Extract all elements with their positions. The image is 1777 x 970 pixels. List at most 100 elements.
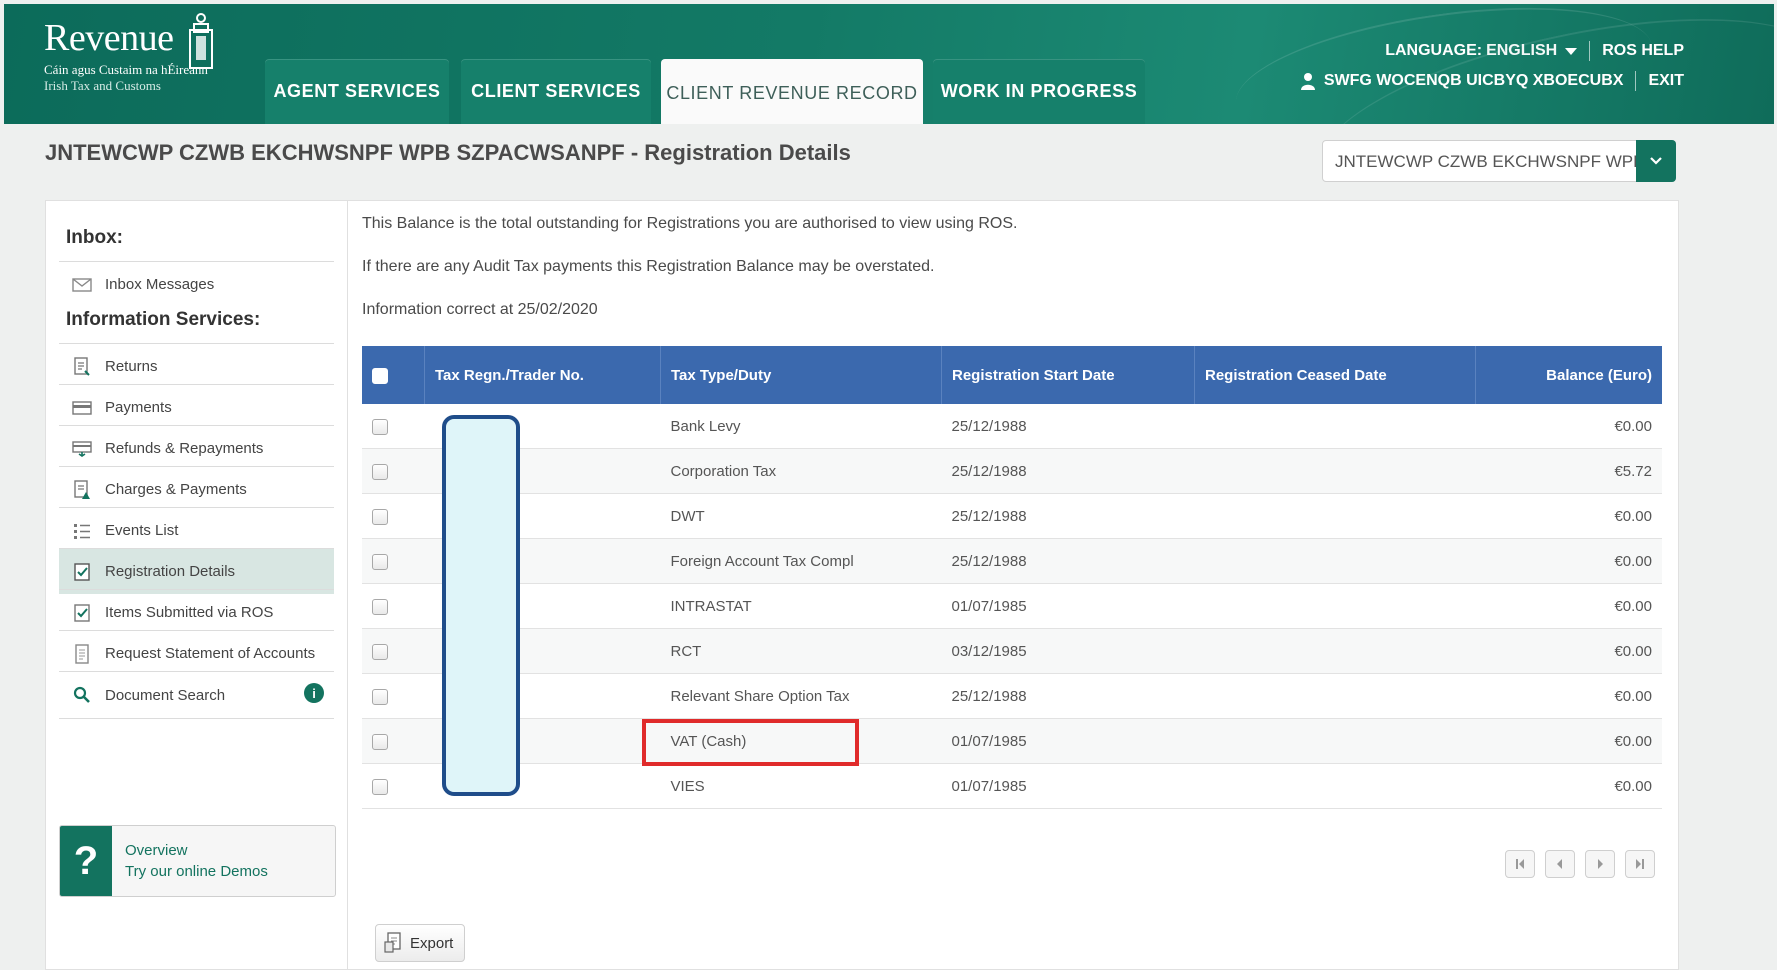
- balance-cell: €0.00: [1475, 763, 1662, 809]
- chevron-down-icon: [1650, 157, 1662, 165]
- sidebar-item-refunds-repayments[interactable]: Refunds & Repayments: [59, 425, 334, 471]
- row-select-cell: [362, 763, 425, 809]
- column-header-trader-no[interactable]: Tax Regn./Trader No.: [424, 346, 661, 404]
- divider: [1589, 41, 1591, 61]
- sidebar-item-label: Returns: [105, 358, 158, 375]
- demos-overview-link[interactable]: Overview: [125, 842, 188, 859]
- table-row: VIES 01/07/1985 €0.00: [362, 763, 1662, 809]
- tab-agent-services[interactable]: AGENT SERVICES: [265, 59, 449, 124]
- column-header-balance[interactable]: Balance (Euro): [1475, 346, 1662, 404]
- sidebar: Inbox: Inbox Messages Information Servic…: [46, 201, 348, 969]
- ceased-date-cell: [1194, 628, 1476, 674]
- next-page-button[interactable]: [1585, 850, 1615, 878]
- last-page-button[interactable]: [1625, 850, 1655, 878]
- row-checkbox[interactable]: [372, 418, 388, 435]
- revenue-logo[interactable]: Revenue Cáin agus Custaim na hÉireann Ir…: [44, 13, 213, 94]
- row-checkbox[interactable]: [372, 733, 388, 750]
- chevron-right-icon: [1598, 859, 1603, 869]
- ceased-date-cell: [1194, 538, 1476, 584]
- sidebar-item-label: Charges & Payments: [105, 481, 247, 498]
- column-header-tax-type[interactable]: Tax Type/Duty: [660, 346, 942, 404]
- tab-work-in-progress[interactable]: WORK IN PROGRESS: [933, 59, 1145, 124]
- balance-cell: €0.00: [1475, 404, 1662, 449]
- envelope-icon: [71, 274, 93, 296]
- prev-page-button[interactable]: [1545, 850, 1575, 878]
- user-icon: [1300, 73, 1315, 90]
- sidebar-item-document-search[interactable]: Document Search i: [59, 671, 334, 719]
- sidebar-item-label: Events List: [105, 522, 179, 539]
- table-row: Relevant Share Option Tax 25/12/1988 €0.…: [362, 673, 1662, 719]
- row-checkbox[interactable]: [372, 463, 388, 480]
- sidebar-item-label: Registration Details: [105, 563, 236, 580]
- list-icon: [71, 520, 93, 542]
- ceased-date-cell: [1194, 583, 1476, 629]
- sidebar-item-inbox-messages[interactable]: Inbox Messages: [59, 261, 334, 307]
- select-all-cell: [362, 346, 425, 404]
- column-header-ceased-date[interactable]: Registration Ceased Date: [1194, 346, 1476, 404]
- tax-type-cell: INTRASTAT: [660, 583, 942, 629]
- export-icon: [384, 932, 401, 953]
- returns-icon: [71, 356, 93, 378]
- info-date-note: Information correct at 25/02/2020: [362, 301, 598, 318]
- column-header-start-date[interactable]: Registration Start Date: [941, 346, 1195, 404]
- table-row: DWT 25/12/1988 €0.00: [362, 493, 1662, 539]
- sidebar-item-events-list[interactable]: Events List: [59, 507, 334, 553]
- tax-type-cell: VIES: [660, 763, 942, 809]
- table-row: RCT 03/12/1985 €0.00: [362, 628, 1662, 674]
- table-row: VAT (Cash) 01/07/1985 €0.00: [362, 718, 1662, 764]
- start-date-cell: 01/07/1985: [941, 718, 1195, 764]
- sidebar-item-request-statement[interactable]: Request Statement of Accounts: [59, 630, 334, 676]
- sidebar-item-payments[interactable]: Payments: [59, 384, 334, 430]
- balance-cell: €0.00: [1475, 583, 1662, 629]
- row-select-cell: [362, 673, 425, 719]
- last-page-icon: [1636, 859, 1644, 869]
- start-date-cell: 03/12/1985: [941, 628, 1195, 674]
- exit-link[interactable]: EXIT: [1648, 72, 1684, 90]
- row-checkbox[interactable]: [372, 688, 388, 705]
- brand-subtitle-english: Irish Tax and Customs: [44, 78, 161, 93]
- demos-try-link[interactable]: Try our online Demos: [125, 863, 268, 880]
- row-checkbox[interactable]: [372, 553, 388, 570]
- row-checkbox[interactable]: [372, 778, 388, 795]
- sidebar-item-label: Inbox Messages: [105, 276, 215, 293]
- tab-client-services[interactable]: CLIENT SERVICES: [461, 59, 651, 124]
- ros-help-link[interactable]: ROS HELP: [1602, 42, 1684, 60]
- balance-cell: €5.72: [1475, 448, 1662, 494]
- tax-type-cell: Corporation Tax: [660, 448, 942, 494]
- tax-type-cell: Bank Levy: [660, 404, 942, 449]
- tab-client-revenue-record[interactable]: CLIENT REVENUE RECORD: [661, 59, 923, 124]
- table-row: Bank Levy 25/12/1988 €0.00: [362, 404, 1662, 449]
- row-checkbox[interactable]: [372, 643, 388, 660]
- language-selector[interactable]: ENGLISH: [1486, 42, 1557, 60]
- audit-note: If there are any Audit Tax payments this…: [362, 258, 935, 275]
- online-demos-widget[interactable]: ? Overview Try our online Demos: [59, 825, 336, 897]
- inbox-heading: Inbox:: [66, 227, 123, 248]
- start-date-cell: 25/12/1988: [941, 673, 1195, 719]
- first-page-button[interactable]: [1505, 850, 1535, 878]
- chevron-down-icon[interactable]: [1565, 47, 1578, 55]
- charges-icon: [71, 479, 93, 501]
- balance-cell: €0.00: [1475, 493, 1662, 539]
- document-icon: [71, 643, 93, 665]
- client-select[interactable]: JNTEWCWP CZWB EKCHWSNPF WPB: [1322, 140, 1676, 182]
- sidebar-item-items-submitted[interactable]: Items Submitted via ROS: [59, 589, 334, 635]
- language-label: LANGUAGE:: [1385, 42, 1483, 59]
- row-select-cell: [362, 404, 425, 449]
- info-icon[interactable]: i: [304, 683, 324, 703]
- export-button[interactable]: Export: [375, 924, 465, 962]
- balance-note: This Balance is the total outstanding fo…: [362, 215, 1018, 232]
- sidebar-item-label: Payments: [105, 399, 172, 416]
- select-all-checkbox[interactable]: [372, 367, 388, 384]
- sidebar-item-charges-payments[interactable]: Charges & Payments: [59, 466, 334, 512]
- row-checkbox[interactable]: [372, 508, 388, 525]
- start-date-cell: 01/07/1985: [941, 763, 1195, 809]
- sidebar-item-registration-details[interactable]: Registration Details: [59, 548, 334, 594]
- balance-cell: €0.00: [1475, 718, 1662, 764]
- row-checkbox[interactable]: [372, 598, 388, 615]
- ceased-date-cell: [1194, 404, 1476, 449]
- balance-cell: €0.00: [1475, 673, 1662, 719]
- client-select-toggle[interactable]: [1636, 140, 1676, 182]
- divider: [1635, 71, 1637, 91]
- sidebar-item-returns[interactable]: Returns: [59, 343, 334, 389]
- ceased-date-cell: [1194, 493, 1476, 539]
